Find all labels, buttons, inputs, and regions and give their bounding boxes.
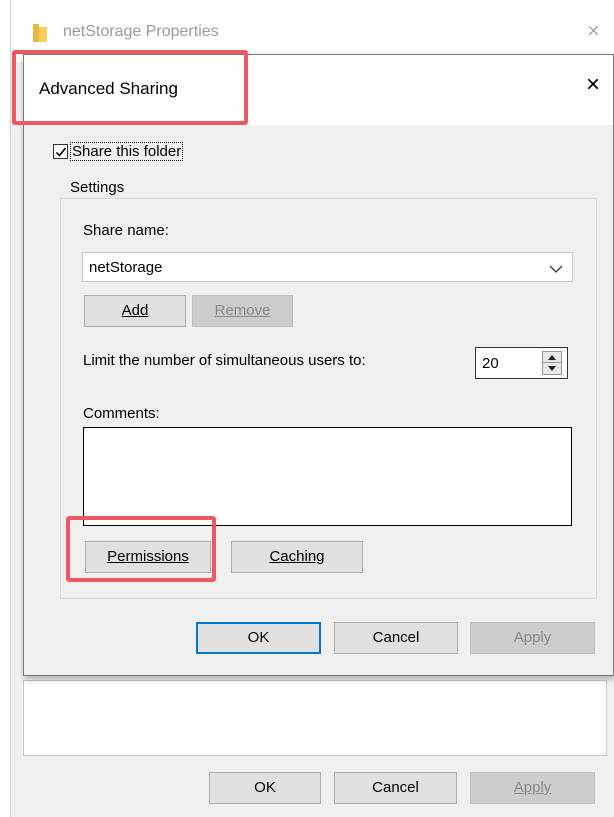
properties-cancel-label: Cancel: [372, 779, 419, 796]
dialog-cancel-button[interactable]: Cancel: [334, 622, 458, 654]
limit-users-label: Limit the number of simultaneous users t…: [83, 352, 366, 369]
share-folder-checkbox[interactable]: [53, 144, 68, 159]
advanced-sharing-dialog: Advanced Sharing × Share this folder Set…: [23, 54, 614, 676]
checkmark-icon: [55, 147, 67, 157]
properties-apply-button[interactable]: Apply: [470, 772, 595, 804]
comments-textarea[interactable]: [83, 427, 572, 526]
dialog-close-icon[interactable]: ×: [586, 73, 600, 97]
properties-ok-label: OK: [254, 779, 276, 796]
share-name-label: Share name:: [83, 222, 169, 239]
spinner-buttons: [542, 351, 562, 375]
permissions-highlight-box: [66, 516, 216, 582]
share-folder-label[interactable]: Share this folder: [70, 142, 184, 161]
add-button[interactable]: Add: [84, 295, 186, 327]
dialog-apply-label: Apply: [513, 629, 552, 646]
properties-apply-label: Apply: [513, 779, 552, 796]
remove-button[interactable]: Remove: [192, 295, 293, 327]
properties-title: netStorage Properties: [63, 23, 219, 40]
properties-content-panel: [23, 680, 607, 756]
spinner-up-icon[interactable]: [543, 352, 561, 363]
spinner-down-icon[interactable]: [543, 363, 561, 374]
folder-icon: [33, 24, 47, 42]
comments-label: Comments:: [83, 405, 160, 422]
add-label: Add: [121, 302, 149, 319]
dialog-apply-button[interactable]: Apply: [470, 622, 595, 654]
remove-label: Remove: [214, 302, 271, 319]
dialog-ok-label: OK: [247, 629, 270, 646]
share-name-dropdown[interactable]: netStorage: [82, 252, 573, 282]
caching-button[interactable]: Caching: [231, 541, 363, 573]
chevron-down-icon: [549, 261, 563, 278]
user-limit-spinner[interactable]: 20: [475, 347, 568, 379]
settings-legend: Settings: [66, 179, 129, 196]
dialog-ok-button[interactable]: OK: [196, 622, 321, 654]
dialog-cancel-label: Cancel: [372, 629, 420, 646]
title-highlight-box: [12, 50, 248, 125]
user-limit-value[interactable]: 20: [482, 355, 499, 372]
properties-close-icon[interactable]: ×: [587, 20, 600, 42]
caching-label: Caching: [269, 548, 325, 565]
properties-cancel-button[interactable]: Cancel: [334, 772, 457, 804]
share-name-value: netStorage: [89, 259, 163, 276]
properties-ok-button[interactable]: OK: [209, 772, 321, 804]
